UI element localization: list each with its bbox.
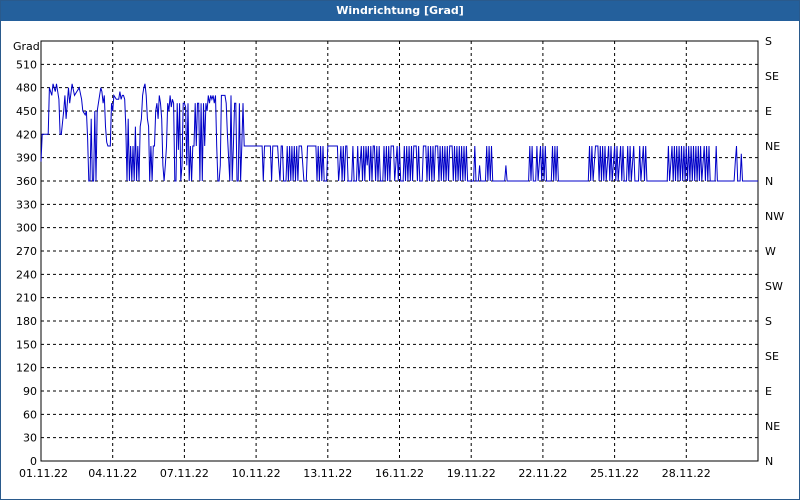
x-tick-label: 19.11.22 <box>447 467 496 480</box>
right-axis-label: NW <box>765 210 784 223</box>
x-tick-label: 13.11.22 <box>303 467 352 480</box>
y-tick-label: 120 <box>16 362 37 375</box>
right-axis-label: SE <box>765 70 779 83</box>
x-tick-label: 16.11.22 <box>375 467 424 480</box>
right-axis-label: S <box>765 35 772 48</box>
y-tick-label: 450 <box>16 105 37 118</box>
y-tick-label: 510 <box>16 58 37 71</box>
x-tick-label: 01.11.22 <box>19 467 68 480</box>
right-axis-label: NE <box>765 140 780 153</box>
right-axis-label: N <box>765 175 773 188</box>
y-tick-label: 330 <box>16 198 37 211</box>
chart-window: Windrichtung [Grad] 0 30 60 90 120 150 180 210 2… <box>0 0 800 500</box>
y-tick-label: 210 <box>16 292 37 305</box>
x-tick-label: 10.11.22 <box>232 467 281 480</box>
y-tick-label: 60 <box>23 408 37 421</box>
y-tick-label: 390 <box>16 152 37 165</box>
y-tick-label: 150 <box>16 338 37 351</box>
x-tick-label: 07.11.22 <box>160 467 209 480</box>
y-tick-label: 240 <box>16 268 37 281</box>
y-tick-label: 420 <box>16 128 37 141</box>
wind-direction-chart: 0306090120150180210240270300330360390420… <box>13 35 784 480</box>
x-tick-label: 25.11.22 <box>590 467 639 480</box>
x-tick-label: 04.11.22 <box>88 467 137 480</box>
y-tick-label: 360 <box>16 175 37 188</box>
right-axis-label: E <box>765 385 772 398</box>
y-tick-label: 300 <box>16 222 37 235</box>
right-axis-label: NE <box>765 420 780 433</box>
y-tick-label: 480 <box>16 82 37 95</box>
y-tick-label: 270 <box>16 245 37 258</box>
right-axis-label: SW <box>765 280 783 293</box>
right-axis-label: N <box>765 455 773 468</box>
y-tick-label: 90 <box>23 385 37 398</box>
y-tick-label: 30 <box>23 432 37 445</box>
right-axis-label: SE <box>765 350 779 363</box>
right-axis-label: S <box>765 315 772 328</box>
y-axis-label: Grad <box>13 40 40 53</box>
x-tick-label: 28.11.22 <box>662 467 711 480</box>
right-axis-label: W <box>765 245 776 258</box>
right-axis-label: E <box>765 105 772 118</box>
y-tick-label: 180 <box>16 315 37 328</box>
x-tick-label: 22.11.22 <box>518 467 567 480</box>
